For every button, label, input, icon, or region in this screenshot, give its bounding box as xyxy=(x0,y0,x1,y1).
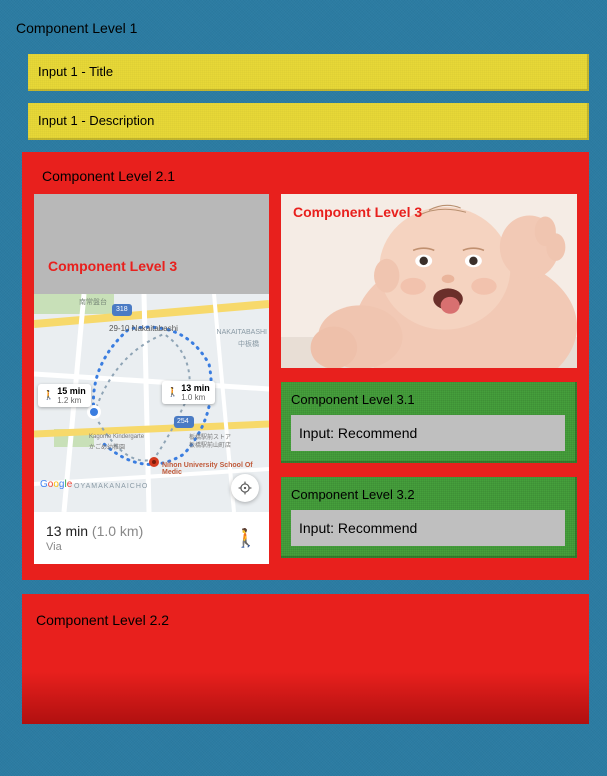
bubble1-time: 15 min xyxy=(57,386,86,396)
map-label-nakaitabashi: 29-10 Nakaitabashi xyxy=(109,324,178,333)
level-3-1-title: Component Level 3.1 xyxy=(291,392,565,415)
columns: Component Level 3 xyxy=(34,194,577,564)
level-3-1-card: Component Level 3.1 xyxy=(281,382,577,463)
level-2-1-container: Component Level 2.1 Component Level 3 xyxy=(22,152,589,580)
crosshair-icon xyxy=(238,481,252,495)
bubble1-dist: 1.2 km xyxy=(57,396,86,405)
bubble2-time: 13 min xyxy=(181,383,210,393)
time-bubble-2[interactable]: 🚶 13 min 1.0 km xyxy=(162,381,215,404)
map-card: Component Level 3 xyxy=(34,194,269,564)
recommend-input-1[interactable] xyxy=(291,415,565,451)
recommend-input-2[interactable] xyxy=(291,510,565,546)
google-logo: Google xyxy=(40,479,72,490)
baby-image xyxy=(281,194,577,368)
left-column: Component Level 3 xyxy=(34,194,269,564)
map-area[interactable]: 南常盤台 318 29-10 Nakaitabashi NAKAITABASHI… xyxy=(34,294,269,512)
walk-icon: 🚶 xyxy=(235,528,257,549)
map-time: 13 min (1.0 km) xyxy=(46,523,143,539)
baby-card: Component Level 3 xyxy=(281,194,577,368)
locate-button[interactable] xyxy=(231,474,259,502)
level-2-2-container: Component Level 2.2 xyxy=(22,594,589,724)
map-time-text: 13 min xyxy=(46,523,88,539)
map-label-254: 254 xyxy=(177,418,189,425)
map-distance: (1.0 km) xyxy=(92,523,143,539)
map-header: Component Level 3 xyxy=(34,194,269,294)
map-label-minamicho: 南常盤台 xyxy=(79,297,107,307)
level-2-2-title: Component Level 2.2 xyxy=(36,612,575,628)
map-footer: 13 min (1.0 km) Via 🚶 xyxy=(34,512,269,564)
walk-icon: 🚶 xyxy=(43,390,54,401)
map-label-kagome-jp: かごめ幼稚園 xyxy=(89,442,125,451)
map-label-nakaitacho: 中板橋 xyxy=(238,339,259,349)
map-label-oyamakanacho: OYAMAKANAICHO xyxy=(74,483,148,490)
bubble2-dist: 1.0 km xyxy=(181,393,210,402)
map-label-318: 318 xyxy=(116,306,128,313)
level-3-2-card: Component Level 3.2 xyxy=(281,477,577,558)
map-label-school: Nihon University School Of Medic xyxy=(162,462,269,476)
map-label-store2: 板橋駅前山町店 xyxy=(189,440,231,449)
level-1-title: Component Level 1 xyxy=(8,8,599,54)
time-bubble-1[interactable]: 🚶 15 min 1.2 km xyxy=(38,384,91,407)
map-via: Via xyxy=(46,541,143,553)
level-3-2-title: Component Level 3.2 xyxy=(291,487,565,510)
right-column: Component Level 3 Component Level 3.1 Co… xyxy=(281,194,577,564)
input-1-title[interactable]: Input 1 - Title xyxy=(28,54,589,91)
map-label-nakaitabashi2: NAKAITABASHI xyxy=(217,329,267,336)
input-1-description[interactable]: Input 1 - Description xyxy=(28,103,589,140)
level-2-1-title: Component Level 2.1 xyxy=(34,168,577,194)
walk-icon: 🚶 xyxy=(167,387,178,398)
level-3-label-map: Component Level 3 xyxy=(48,258,177,274)
level-3-label-baby: Component Level 3 xyxy=(293,204,422,220)
map-label-kagome: Kagome Kindergarte xyxy=(89,434,144,440)
